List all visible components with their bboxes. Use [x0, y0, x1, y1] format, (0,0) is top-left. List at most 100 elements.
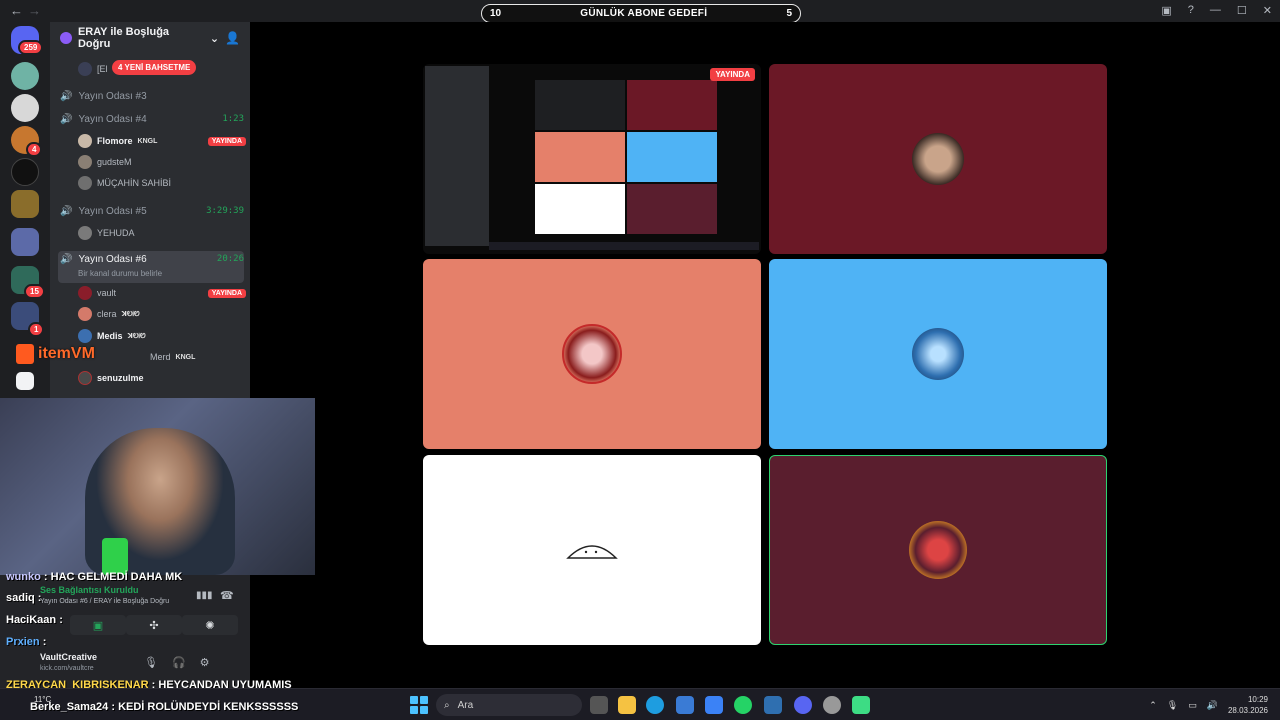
chat-message: HaciKaan : [6, 614, 63, 626]
voice-user[interactable]: vault YAYINDA [78, 284, 246, 302]
voice-user-name: MÜÇAHİN SAHİBİ [97, 178, 172, 188]
discover-icon[interactable] [16, 372, 34, 390]
store-icon[interactable] [676, 696, 694, 714]
speaker-icon: 🔊 [60, 113, 73, 125]
voice-user[interactable]: clera ꓘᎧᎥᏬ [78, 305, 246, 323]
chevron-up-icon[interactable]: ⌃ [1149, 700, 1157, 711]
participant-tile[interactable] [769, 259, 1107, 449]
voice-user[interactable]: Merd KNGL [78, 348, 246, 366]
voice-user-name: [El [97, 64, 108, 74]
voice-user-name: clera [97, 309, 117, 319]
app-root: ← → 10 GÜNLÜK ABONE GEDEFİ 5 ▣ ? — ☐ ✕ 2… [0, 0, 1280, 720]
voice-channel-5[interactable]: 🔊 Yayın Odası #5 3:29:39 [58, 202, 244, 220]
shared-tile [535, 184, 625, 234]
app-icon[interactable] [764, 696, 782, 714]
avatar [78, 155, 92, 169]
chat-user: Berke_Sama24 [30, 701, 109, 713]
participant-tile[interactable] [423, 455, 761, 645]
voice-connected-title[interactable]: Ses Bağlantısı Kuruldu [40, 585, 139, 595]
noise-suppression-icon[interactable]: ▮▮▮ [196, 590, 213, 601]
shared-tile [627, 184, 717, 234]
discord-icon[interactable] [794, 696, 812, 714]
voice-user-name: YEHUDA [97, 228, 135, 238]
participant-tile-speaking[interactable] [769, 455, 1107, 645]
voice-user-name: Flomore [97, 136, 133, 146]
avatar [562, 324, 622, 384]
channel-status[interactable]: Bir kanal durumu belirle [78, 269, 162, 278]
gear-icon[interactable]: ⚙ [200, 656, 210, 669]
back-arrow-icon[interactable]: ← [10, 3, 23, 18]
inbox-icon[interactable]: ▣ [1161, 4, 1171, 17]
disconnect-icon[interactable]: ☎ [220, 589, 234, 602]
maximize-button[interactable]: ☐ [1237, 4, 1247, 17]
webcam-phone [102, 538, 128, 575]
file-explorer-icon[interactable] [618, 696, 636, 714]
channel-timer: 1:23 [222, 114, 244, 124]
chat-user: HaciKaan [6, 614, 57, 626]
task-view-icon[interactable] [590, 696, 608, 714]
system-tray: ⌃ 🎙 ▭ 🔊 10:29 28.03.2026 [1149, 694, 1268, 716]
channel-name: Yayın Odası #5 [78, 205, 147, 217]
app-icon[interactable] [852, 696, 870, 714]
voice-user-name: senuzulme [97, 373, 144, 383]
voice-user[interactable]: YEHUDA [78, 224, 246, 242]
panel-username[interactable]: VaultCreative [40, 652, 97, 662]
server-folder-icon[interactable] [11, 190, 39, 218]
microphone-tray-icon[interactable]: 🎙 [1167, 700, 1178, 711]
server-header[interactable]: ERAY ile Boşluğa Doğru ⌄ 👤 [50, 22, 250, 54]
server-icon[interactable] [11, 62, 39, 90]
screen-share-tile[interactable]: YAYINDA [423, 64, 761, 254]
new-mentions-pill[interactable]: 4 YENİ BAHSETME [112, 60, 197, 75]
minimize-button[interactable]: — [1210, 4, 1221, 17]
participant-tile[interactable] [423, 259, 761, 449]
voice-user[interactable]: Medis ꓘᎧᎥᏬ [78, 327, 246, 345]
voice-channel-4[interactable]: 🔊 Yayın Odası #4 1:23 [58, 110, 244, 128]
forward-arrow-icon[interactable]: → [28, 3, 41, 18]
voice-user[interactable]: MÜÇAHİN SAHİBİ [78, 174, 246, 192]
help-icon[interactable]: ? [1188, 4, 1194, 17]
chat-message: Prxien : [6, 636, 47, 648]
participant-tile[interactable] [769, 64, 1107, 254]
voice-user[interactable]: gudsteM [78, 153, 246, 171]
camera-button[interactable]: ▣ [70, 615, 126, 635]
server-icon[interactable] [11, 94, 39, 122]
network-icon[interactable]: ▭ [1188, 700, 1197, 711]
server-avatar-icon [60, 32, 72, 44]
sleepy-cat-avatar-icon [566, 545, 618, 559]
mail-icon[interactable] [705, 696, 723, 714]
avatar [909, 521, 967, 579]
server-icon[interactable] [11, 158, 39, 186]
server-folder-icon[interactable] [11, 228, 39, 256]
voice-channel-3[interactable]: 🔊 Yayın Odası #3 [58, 87, 244, 105]
clock[interactable]: 10:29 28.03.2026 [1228, 694, 1268, 716]
start-tile [420, 696, 428, 704]
avatar [78, 134, 92, 148]
avatar [912, 328, 964, 380]
volume-icon[interactable]: 🔊 [1207, 700, 1218, 711]
voice-user[interactable]: Flomore KNGL YAYINDA [78, 132, 246, 150]
headphones-icon[interactable]: 🎧 [172, 656, 186, 669]
voice-user[interactable]: senuzulme [78, 369, 246, 387]
channel-name: Yayın Odası #3 [78, 90, 147, 102]
soundboard-button[interactable]: ✺ [182, 615, 238, 635]
close-button[interactable]: ✕ [1263, 4, 1272, 17]
edge-icon[interactable] [646, 696, 664, 714]
microphone-icon[interactable]: 🎙 [144, 656, 158, 669]
activities-button[interactable]: ✣ [126, 615, 182, 635]
avatar [78, 371, 92, 385]
window-controls: ▣ ? — ☐ ✕ [1161, 4, 1272, 17]
taskbar-search[interactable]: ⌕ Ara [436, 694, 582, 716]
shared-taskbar [489, 242, 759, 250]
voice-channel-6[interactable]: 🔊 Yayın Odası #6 20:26 [58, 251, 244, 283]
whatsapp-icon[interactable] [734, 696, 752, 714]
app-icon[interactable] [823, 696, 841, 714]
invite-user-icon[interactable]: 👤 [225, 31, 240, 45]
chevron-down-icon: ⌄ [209, 32, 220, 45]
voice-user-name: Merd [150, 352, 171, 362]
clock-time: 10:29 [1247, 695, 1268, 704]
chat-user: wunko [6, 571, 41, 583]
voice-user-name: vault [97, 288, 117, 298]
start-button[interactable] [410, 696, 428, 714]
live-badge: YAYINDA [207, 136, 246, 146]
chat-message: wunko : HAC GELMEDİ DAHA MK [6, 571, 183, 583]
